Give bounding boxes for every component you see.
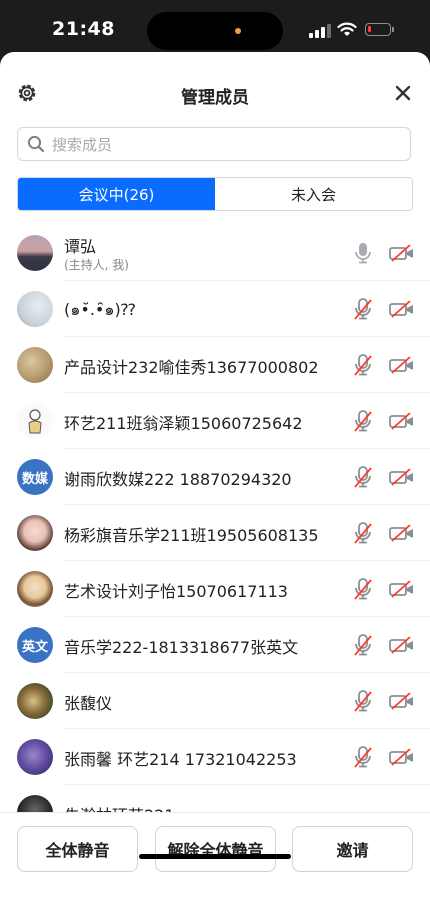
avatar — [17, 571, 53, 607]
cellular-signal-icon — [309, 24, 331, 38]
member-name: 张馥仪 — [64, 694, 113, 713]
list-item[interactable]: 环艺211班翁泽颖15060725642 — [0, 393, 430, 449]
action-bar: 全体静音 解除全体静音 邀请 — [0, 812, 430, 920]
member-name: 谢雨欣数媒222 18870294320 — [64, 470, 292, 489]
avatar — [17, 515, 53, 551]
camera-off-icon[interactable] — [389, 468, 415, 486]
microphone-icon[interactable] — [352, 241, 374, 265]
microphone-muted-icon[interactable] — [352, 689, 374, 713]
camera-off-icon[interactable] — [389, 748, 415, 766]
search-input[interactable] — [50, 128, 394, 162]
avatar — [17, 739, 53, 775]
camera-off-icon[interactable] — [389, 692, 415, 710]
camera-off-icon[interactable] — [389, 244, 415, 262]
avatar — [17, 347, 53, 383]
microphone-muted-icon[interactable] — [352, 353, 374, 377]
member-list: 谭弘 (主持人, 我) (๑•̆.•̑๑)⁇ 产品设计232喻佳秀1367700… — [0, 225, 430, 820]
camera-off-icon[interactable] — [389, 636, 415, 654]
microphone-muted-icon[interactable] — [352, 297, 374, 321]
member-name: 杨彩旗音乐学211班19505608135 — [64, 526, 319, 545]
invite-button[interactable]: 邀请 — [292, 826, 413, 872]
member-sheet: 管理成员 会议中(26) 未入会 谭弘 (主持人, 我) — [0, 52, 430, 920]
camera-indicator-dot — [235, 28, 241, 34]
member-name: 环艺211班翁泽颖15060725642 — [64, 414, 303, 433]
list-item[interactable]: 谭弘 (主持人, 我) — [0, 225, 430, 281]
mute-all-button[interactable]: 全体静音 — [17, 826, 138, 872]
list-item[interactable]: 数媒 谢雨欣数媒222 18870294320 — [0, 449, 430, 505]
camera-off-icon[interactable] — [389, 356, 415, 374]
microphone-muted-icon[interactable] — [352, 633, 374, 657]
microphone-muted-icon[interactable] — [352, 409, 374, 433]
page-title: 管理成员 — [181, 88, 249, 108]
close-icon[interactable] — [394, 84, 412, 102]
sheet-header: 管理成员 — [0, 52, 430, 134]
list-item[interactable]: (๑•̆.•̑๑)⁇ — [0, 281, 430, 337]
tab-not-joined[interactable]: 未入会 — [215, 178, 412, 210]
dynamic-island — [147, 12, 283, 50]
camera-off-icon[interactable] — [389, 300, 415, 318]
list-item[interactable]: 杨彩旗音乐学211班19505608135 — [0, 505, 430, 561]
camera-off-icon[interactable] — [389, 580, 415, 598]
avatar — [17, 403, 53, 439]
tab-in-meeting[interactable]: 会议中(26) — [18, 178, 215, 210]
list-item[interactable]: 英文 音乐学222-1813318677张英文 — [0, 617, 430, 673]
home-indicator[interactable] — [139, 854, 291, 859]
list-item[interactable]: 张馥仪 — [0, 673, 430, 729]
avatar: 英文 — [17, 627, 53, 663]
unmute-all-button[interactable]: 解除全体静音 — [155, 826, 276, 872]
member-name: 艺术设计刘子怡15070617113 — [64, 582, 288, 601]
member-name: (๑•̆.•̑๑)⁇ — [64, 300, 136, 319]
list-item[interactable]: 艺术设计刘子怡15070617113 — [0, 561, 430, 617]
member-name: 产品设计232喻佳秀13677000802 — [64, 358, 319, 377]
wifi-icon — [337, 22, 357, 36]
list-item[interactable]: 张雨馨 环艺214 17321042253 — [0, 729, 430, 785]
microphone-muted-icon[interactable] — [352, 521, 374, 545]
member-tabs: 会议中(26) 未入会 — [17, 177, 413, 211]
member-name: 张雨馨 环艺214 17321042253 — [64, 750, 297, 769]
microphone-muted-icon[interactable] — [352, 465, 374, 489]
member-role: (主持人, 我) — [64, 258, 129, 272]
avatar — [17, 235, 53, 271]
member-name: 谭弘 — [64, 237, 97, 256]
camera-off-icon[interactable] — [389, 412, 415, 430]
battery-icon — [365, 23, 391, 36]
avatar — [17, 683, 53, 719]
list-item[interactable]: 产品设计232喻佳秀13677000802 — [0, 337, 430, 393]
avatar: 数媒 — [17, 459, 53, 495]
status-time: 21:48 — [52, 18, 115, 40]
microphone-muted-icon[interactable] — [352, 745, 374, 769]
camera-off-icon[interactable] — [389, 524, 415, 542]
avatar — [17, 291, 53, 327]
status-bar: 21:48 — [0, 0, 430, 56]
microphone-muted-icon[interactable] — [352, 577, 374, 601]
search-box — [17, 127, 411, 162]
member-name: 音乐学222-1813318677张英文 — [64, 638, 299, 657]
search-icon — [27, 135, 45, 153]
